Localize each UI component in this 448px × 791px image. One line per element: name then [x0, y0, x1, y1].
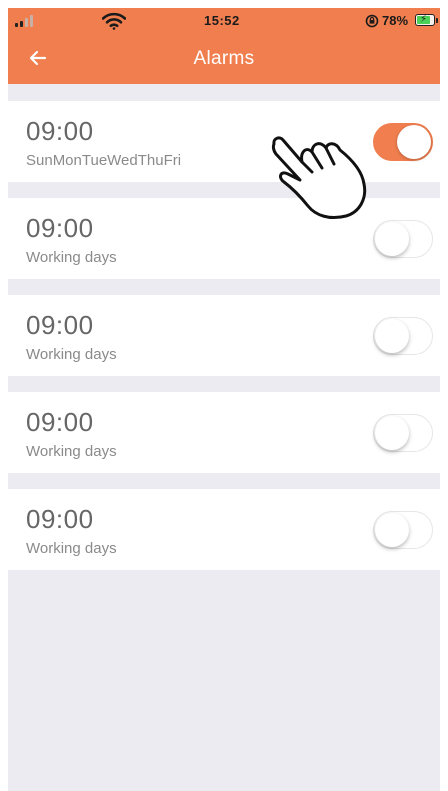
alarm-row[interactable]: 09:00 Working days [8, 489, 440, 570]
toggle-knob [375, 222, 409, 256]
signal-icon [15, 15, 37, 27]
alarm-toggle[interactable] [373, 511, 433, 549]
alarm-time: 09:00 [26, 116, 94, 146]
status-time: 15:52 [204, 13, 240, 28]
alarm-repeat-days: Working days [26, 249, 117, 266]
toggle-knob [375, 513, 409, 547]
battery-nub [436, 18, 438, 23]
alarm-repeat-days: Working days [26, 540, 117, 557]
alarm-repeat-days: SunMonTueWedThuFri [26, 152, 182, 169]
toggle-knob [375, 416, 409, 450]
orientation-lock-icon [365, 14, 379, 28]
alarm-toggle[interactable] [373, 220, 433, 258]
battery-icon: ⚡ [415, 14, 435, 26]
alarm-time: 09:00 [26, 504, 94, 534]
alarm-toggle[interactable] [373, 414, 433, 452]
alarm-time: 09:00 [26, 310, 94, 340]
alarm-repeat-days: Working days [26, 443, 117, 460]
alarm-toggle[interactable] [373, 317, 433, 355]
alarm-repeat-days: Working days [26, 346, 117, 363]
alarm-time: 09:00 [26, 213, 94, 243]
alarm-toggle[interactable] [373, 123, 433, 161]
app-screen: 15:52 78% ⚡ Alarms 09:00 SunMonTueWedThu… [8, 8, 440, 791]
battery-percent: 78% [382, 13, 409, 28]
wifi-icon [102, 12, 126, 30]
alarm-row[interactable]: 09:00 Working days [8, 295, 440, 376]
alarm-time: 09:00 [26, 407, 94, 437]
alarm-row[interactable]: 09:00 SunMonTueWedThuFri [8, 101, 440, 182]
alarm-row[interactable]: 09:00 Working days [8, 392, 440, 473]
toggle-knob [397, 125, 431, 159]
alarm-row[interactable]: 09:00 Working days [8, 198, 440, 279]
page-title: Alarms [193, 48, 255, 69]
app-header: 15:52 78% ⚡ Alarms [8, 8, 440, 84]
status-bar: 15:52 78% ⚡ [8, 8, 440, 34]
toggle-knob [375, 319, 409, 353]
